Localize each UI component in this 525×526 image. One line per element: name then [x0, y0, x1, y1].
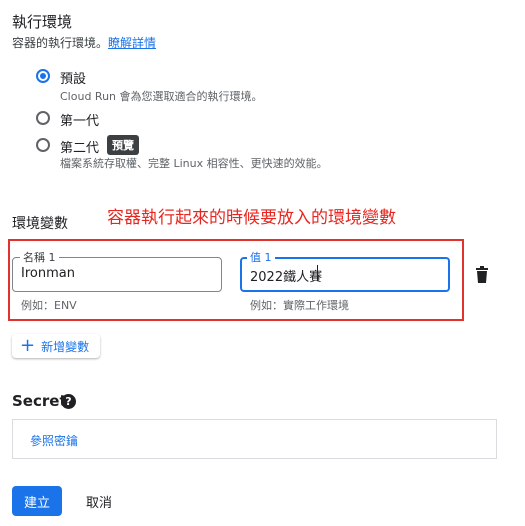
env-value-hint: 例如：實際工作環境	[250, 299, 349, 312]
radio-gen1[interactable]	[36, 111, 50, 125]
plus-icon: +	[20, 335, 36, 356]
env-value-value: 2022鐵人賽	[250, 270, 323, 285]
exec-env-description-text: 容器的執行環境。	[12, 36, 109, 50]
env-vars-title: 環境變數	[12, 216, 68, 232]
exec-env-title: 執行環境	[12, 13, 73, 31]
option-default-label: 預設	[60, 72, 87, 87]
learn-more-link[interactable]: 瞭解詳情	[108, 36, 156, 50]
add-variable-button[interactable]: + 新增變數	[12, 334, 100, 358]
reference-secret-link[interactable]: 參照密鑰	[30, 432, 78, 449]
secret-reference-box	[12, 419, 497, 459]
option-gen1-label: 第一代	[60, 114, 100, 129]
option-gen2-help: 檔案系統存取權、完整 Linux 相容性、更快速的效能。	[60, 157, 328, 170]
option-gen2-label: 第二代	[60, 141, 100, 156]
cancel-button[interactable]: 取消	[76, 486, 122, 516]
exec-env-description: 容器的執行環境。瞭解詳情	[12, 34, 156, 51]
annotation-text: 容器執行起來的時候要放入的環境變數	[107, 208, 396, 228]
radio-gen2[interactable]	[36, 138, 50, 152]
env-name-label: 名稱 1	[20, 249, 59, 265]
env-name-hint: 例如：ENV	[21, 299, 77, 312]
env-value-label: 值 1	[247, 249, 275, 265]
trash-icon[interactable]	[474, 266, 490, 284]
add-variable-label: 新增變數	[41, 339, 90, 354]
preview-badge: 預覽	[107, 135, 139, 155]
create-button[interactable]: 建立	[12, 486, 62, 516]
secret-title: Secret	[12, 392, 67, 410]
text-cursor	[317, 265, 318, 281]
option-default-help: Cloud Run 會為您選取適合的執行環境。	[60, 90, 263, 103]
env-name-value: Ironman	[21, 266, 75, 281]
radio-default[interactable]	[36, 69, 50, 83]
help-icon[interactable]: ?	[61, 394, 76, 409]
